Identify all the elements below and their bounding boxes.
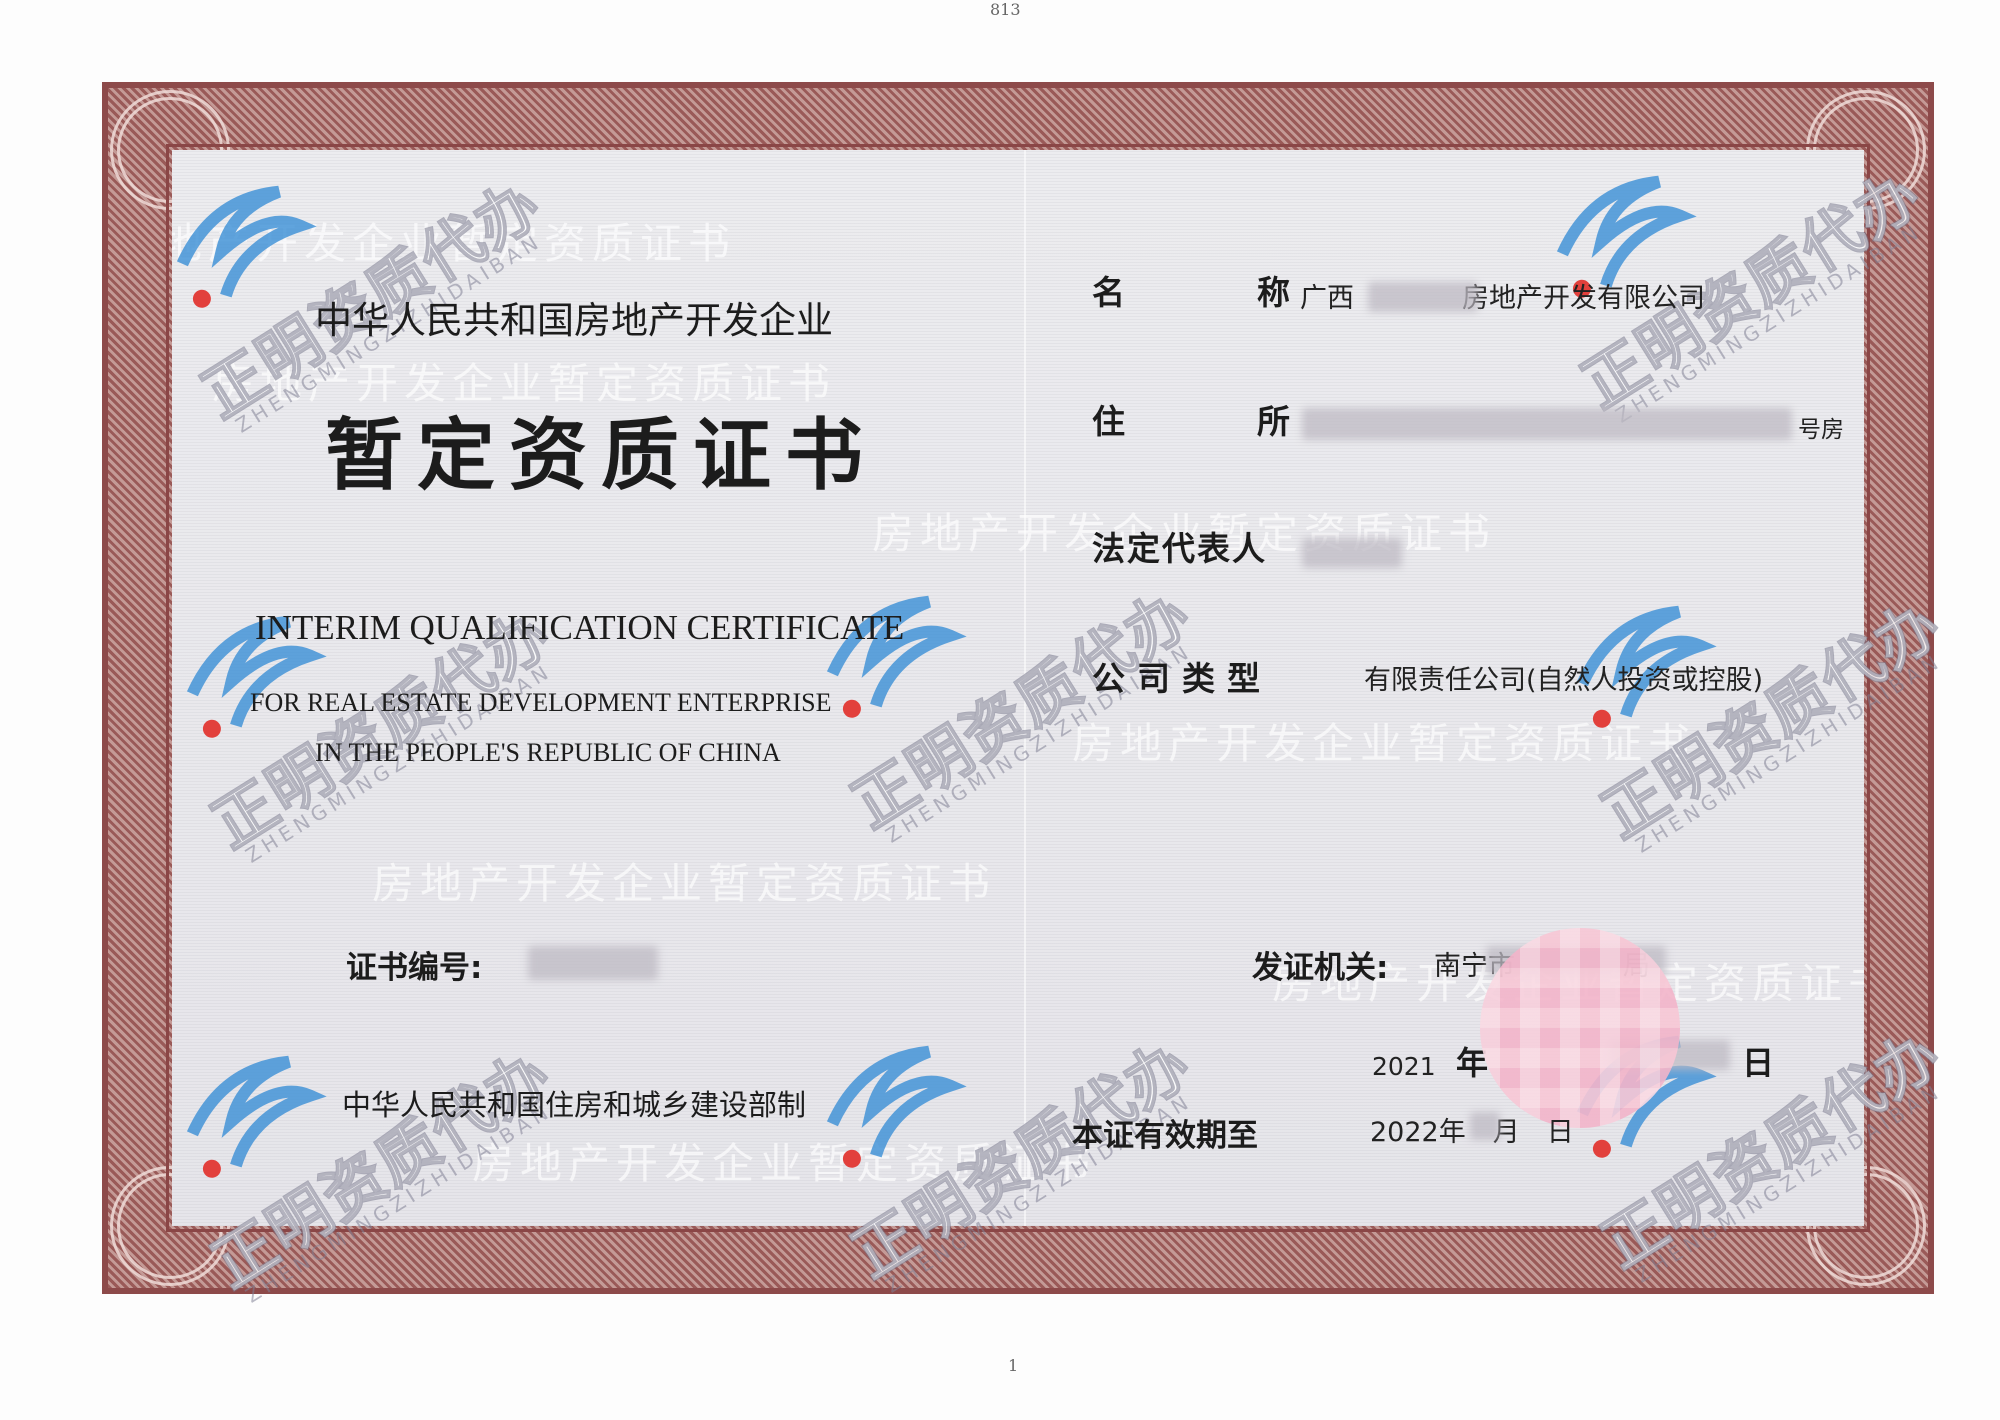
issue-year: 2021 <box>1372 1052 1436 1081</box>
address-value: 号房 <box>1798 417 1844 443</box>
scan-page-number-top: 813 <box>990 0 1021 19</box>
certificate-english-subtitle-2: IN THE PEOPLE'S REPUBLIC OF CHINA <box>315 738 781 767</box>
redaction-blur <box>1470 1112 1500 1140</box>
redaction-blur <box>528 946 658 980</box>
certificate-english-title: INTERIM QUALIFICATION CERTIFICATE <box>255 608 905 647</box>
redaction-blur <box>1302 408 1792 440</box>
ministry-line: 中华人民共和国住房和城乡建设部制 <box>342 1088 807 1122</box>
official-seal-icon <box>1480 928 1680 1128</box>
redaction-blur <box>1302 538 1402 568</box>
scan-page-number-bottom: 1 <box>1008 1356 1019 1375</box>
background-security-text: 房地产开发企业暂定资质证书 <box>372 859 997 908</box>
validity-label: 本证有效期至 <box>1072 1118 1258 1154</box>
issuer-label: 发证机关: <box>1252 950 1389 986</box>
company-type-value: 有限责任公司(自然人投资或控股) <box>1364 665 1764 696</box>
company-type-label: 公司类型 <box>1092 659 1272 698</box>
day-unit: 日 <box>1742 1044 1775 1082</box>
redaction-blur <box>1368 282 1478 312</box>
name-value: 广西 房地产开发有限公司 <box>1300 283 1705 314</box>
certificate-english-subtitle-1: FOR REAL ESTATE DEVELOPMENT ENTERPRISE <box>250 688 832 717</box>
certificate-number-label: 证书编号: <box>346 950 483 986</box>
certificate-subtitle: 中华人民共和国房地产开发企业 <box>315 299 833 342</box>
certificate-title: 暂定资质证书 <box>325 410 878 501</box>
legal-representative-label: 法定代表人 <box>1092 529 1267 568</box>
